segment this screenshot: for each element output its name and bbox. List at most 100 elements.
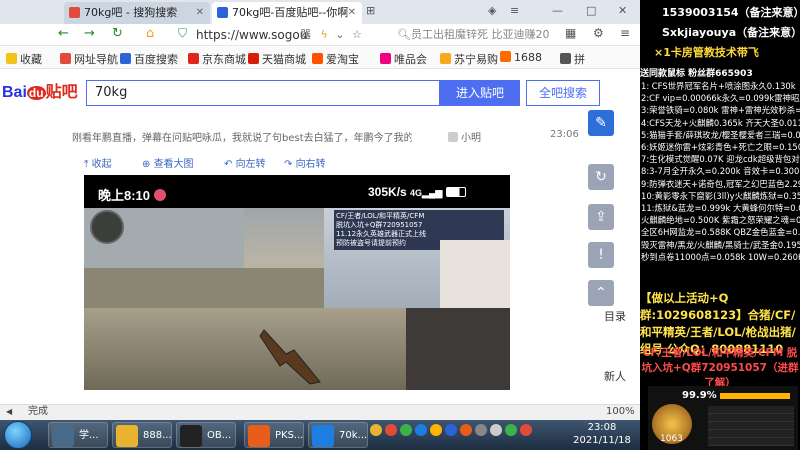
price-list-item: 毁灭雷神/黑龙/火麒麟/黑骑士/武圣金0.195k [641,239,800,250]
price-list-item: 5:猫猫手套/薛琪玫龙/樱圣樱爱者三瑞=0.080K [641,129,800,140]
bookmark-item[interactable]: 网址导航 [60,51,118,67]
bookmark-item[interactable]: 天猫商城 [248,51,306,67]
refresh-float-icon[interactable]: ↻ [588,164,614,190]
baidu-tieba-logo[interactable]: Bai du 贴吧 [2,78,78,102]
status-text: 完成 [28,406,48,417]
bookmark-item[interactable]: 唯品会 [380,51,427,67]
tray-app-icon[interactable] [385,424,397,436]
bookmark-item[interactable]: 百度搜索 [120,51,178,67]
bookmark-item[interactable]: 爱淘宝 [312,51,359,67]
menu-icon[interactable]: ≡ [510,4,519,17]
bookmark-item[interactable]: 收藏 [6,51,42,67]
address-bar-tools: 器 ϟ ⌄ ☆ [300,26,362,42]
signal-icon: 4G▂▄▆ [410,188,443,198]
bookmark-item[interactable]: 苏宁易购 [440,51,498,67]
taskbar-app[interactable]: 888... [112,422,172,448]
rotate-left-button[interactable]: ↶ 向左转 [224,155,266,170]
maximize-icon[interactable]: □ [586,4,596,17]
all-tieba-search-button[interactable]: 全吧搜索 [526,80,600,106]
start-button[interactable] [4,421,32,449]
tieba-search-input[interactable]: 70kg [86,80,440,106]
address-suffix: 器 [300,28,311,41]
scroll-left-icon[interactable]: ◀ [6,404,12,420]
browser-window: 70kg吧 - 搜狗搜索 ✕ 70kg吧-百度贴吧--你啊 ✕ ⊞ ◈ ≡ — … [0,0,640,420]
overlay-contact-wechat: ✆ Sxkjiayouya（备注来意） [662,24,800,40]
tray-app-icon[interactable] [460,424,472,436]
tab-sogou-search[interactable]: 70kg吧 - 搜狗搜索 ✕ [64,2,210,24]
minimize-icon[interactable]: — [552,4,563,17]
bookmark-icon [6,53,17,64]
tray-app-icon[interactable] [505,424,517,436]
contact-wechat-text: Sxkjiayouya（备注来意） [662,26,800,39]
tray-app-icon[interactable] [400,424,412,436]
tab-tieba[interactable]: 70kg吧-百度贴吧--你啊 ✕ [212,2,362,24]
back-icon[interactable]: ← [58,26,69,41]
bookmark-icon [500,51,511,62]
tray-app-icon[interactable] [430,424,442,436]
more-icon[interactable]: ≡ [620,26,630,40]
tray-app-icon[interactable] [370,424,382,436]
star-icon[interactable]: ☆ [352,28,362,41]
forward-icon[interactable]: → [84,26,95,41]
logo-text: Bai [2,84,27,101]
tab-close-icon[interactable]: ✕ [196,2,204,24]
game-score: 1063 [660,434,683,444]
tray-app-icon[interactable] [520,424,532,436]
view-large-label: 查看大图 [153,159,194,170]
tray-app-icon[interactable] [475,424,487,436]
collapse-button[interactable]: ⤒ 收起 [84,155,112,170]
app-icon [116,425,138,447]
game-stats-table [708,406,794,446]
overlay-price-list: 1: CFS世界冠军名片+喷涂图永久0.130k 2:CF vip=0.00066… [640,80,800,292]
post-author[interactable]: 小明 [448,129,481,144]
dropdown-icon[interactable]: ⌄ [335,28,344,41]
taskbar-app[interactable]: PKS... [244,422,304,448]
edit-icon[interactable]: ✎ [588,110,614,136]
home-icon[interactable]: ⌂ [146,26,154,41]
enter-tieba-button[interactable]: 进入贴吧 [440,80,520,106]
tray-app-icon[interactable] [445,424,457,436]
report-icon[interactable]: ! [588,242,614,268]
bookmark-label: 京东商城 [202,53,246,66]
taskbar-app[interactable]: 70k... [308,422,368,448]
app-icon [248,425,270,447]
rotate-right-button[interactable]: ↷ 向右转 [284,155,326,170]
share-icon[interactable]: ⇪ [588,204,614,230]
tray-app-icon[interactable] [415,424,427,436]
search-query: 70kg [95,85,128,100]
side-nav-catalog[interactable]: 目录 [604,308,626,324]
skin-icon[interactable]: ◈ [488,4,496,17]
new-tab-icon[interactable]: ⊞ [366,4,375,17]
close-window-icon[interactable]: ✕ [618,4,627,17]
minimap-icon [90,210,124,244]
hot-search-hint[interactable]: 🔍︎ 员工出租魔锌死 比亚迪赚20万 [395,26,555,59]
secure-icon: ⛉ [178,26,188,40]
taskbar-app[interactable]: 学... [48,422,108,448]
tray-app-icon[interactable] [490,424,502,436]
view-large-button[interactable]: ⊕ 查看大图 [142,155,194,170]
settings-icon[interactable]: ⚙ [593,26,604,40]
overlay-group-text: CF/王者/LOL/和平精英/CFM 脱坑入坑+Q群720951057（进群了解… [641,347,799,389]
bookmark-icon [380,53,391,64]
bookmark-item[interactable]: 1688 [500,51,542,64]
app-label: PKS... [275,430,304,441]
streamer-camera [406,308,510,390]
taskbar-app[interactable]: OB... [176,422,236,448]
bookmark-item[interactable]: 京东商城 [188,51,246,67]
back-to-top-icon[interactable]: ⌃ [588,280,614,306]
video-player[interactable]: 晚上8:10 305K/s 4G▂▄▆ CF/王者/LOL/和平精英/CFM 脱… [84,175,510,390]
bookmark-item[interactable]: 拼 [560,51,585,67]
refresh-icon[interactable]: ↻ [112,26,123,41]
grid-icon[interactable]: ▦ [565,26,576,40]
progress-bar [720,393,790,399]
system-clock[interactable]: 23:08 2021/11/18 [572,421,632,447]
lightning-icon[interactable]: ϟ [321,28,328,41]
price-list-item: 10:黄影零永下窟影(3ll)y火麒麟炼狱=0.350k [641,190,800,201]
zoom-level[interactable]: 100% [606,404,635,420]
post-text[interactable]: 刚看年鹏直播，弹幕在问贴吧咏瓜，我就说了句best去白猛了，年鹏今了我的... [72,129,412,144]
streamer-room [440,240,510,308]
tab-close-icon[interactable]: ✕ [348,2,356,24]
bookmark-icon [188,53,199,64]
price-list-item: 11:炼狱&蓝龙=0.999k 大黄蜂何尔特=0.08k [641,203,800,214]
side-nav-newbie[interactable]: 新人 [604,368,626,384]
